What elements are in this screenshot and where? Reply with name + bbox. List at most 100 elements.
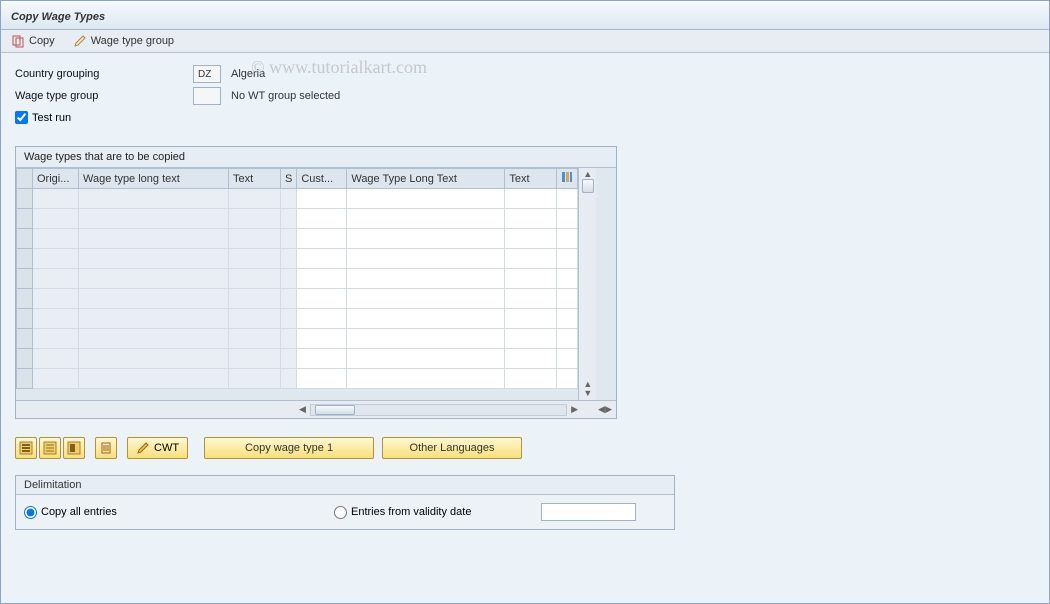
- table-cell[interactable]: [281, 309, 297, 329]
- table-cell[interactable]: [347, 329, 505, 349]
- table-cell[interactable]: [33, 349, 79, 369]
- table-cell[interactable]: [347, 189, 505, 209]
- table-cell[interactable]: [505, 349, 557, 369]
- table-cell[interactable]: [33, 289, 79, 309]
- table-cell[interactable]: [347, 249, 505, 269]
- table-cell[interactable]: [79, 289, 229, 309]
- table-row[interactable]: [17, 289, 578, 309]
- grid-horizontal-scrollbar-2[interactable]: ◀ ▶: [594, 401, 616, 418]
- validity-date-input[interactable]: [541, 503, 636, 521]
- scroll-left-icon[interactable]: ◀: [299, 405, 306, 414]
- wage-type-group-input[interactable]: [193, 87, 221, 105]
- table-cell[interactable]: [505, 249, 557, 269]
- table-cell[interactable]: [281, 329, 297, 349]
- table-cell[interactable]: [505, 209, 557, 229]
- table-cell[interactable]: [297, 349, 347, 369]
- table-cell[interactable]: [557, 269, 578, 289]
- delete-button[interactable]: [95, 437, 117, 459]
- table-cell[interactable]: [557, 189, 578, 209]
- table-cell[interactable]: [33, 369, 79, 389]
- column-options-button[interactable]: [557, 169, 578, 189]
- wage-type-group-button[interactable]: Wage type group: [73, 34, 174, 48]
- deselect-all-button[interactable]: [39, 437, 61, 459]
- table-cell[interactable]: [17, 249, 33, 269]
- table-row[interactable]: [17, 209, 578, 229]
- table-cell[interactable]: [33, 189, 79, 209]
- scroll-left2-icon[interactable]: ◀: [598, 405, 605, 414]
- select-block-button[interactable]: [63, 437, 85, 459]
- copy-wage-type-1-button[interactable]: Copy wage type 1: [204, 437, 374, 459]
- table-cell[interactable]: [347, 269, 505, 289]
- col-origi[interactable]: Origi...: [33, 169, 79, 189]
- table-cell[interactable]: [557, 329, 578, 349]
- table-cell[interactable]: [33, 309, 79, 329]
- table-cell[interactable]: [229, 329, 281, 349]
- col-cust[interactable]: Cust...: [297, 169, 347, 189]
- table-row[interactable]: [17, 229, 578, 249]
- table-cell[interactable]: [33, 269, 79, 289]
- wage-types-table[interactable]: Origi... Wage type long text Text S Cust…: [16, 168, 578, 389]
- scroll-right-icon[interactable]: ▶: [571, 405, 578, 414]
- table-cell[interactable]: [347, 309, 505, 329]
- table-cell[interactable]: [33, 209, 79, 229]
- table-cell[interactable]: [79, 209, 229, 229]
- table-cell[interactable]: [557, 289, 578, 309]
- table-cell[interactable]: [505, 229, 557, 249]
- table-cell[interactable]: [297, 309, 347, 329]
- radio-entries-from-input[interactable]: [334, 506, 347, 519]
- table-row[interactable]: [17, 369, 578, 389]
- table-cell[interactable]: [347, 349, 505, 369]
- table-cell[interactable]: [79, 369, 229, 389]
- table-cell[interactable]: [297, 229, 347, 249]
- table-row[interactable]: [17, 329, 578, 349]
- table-cell[interactable]: [229, 289, 281, 309]
- table-cell[interactable]: [297, 369, 347, 389]
- table-cell[interactable]: [505, 309, 557, 329]
- table-cell[interactable]: [505, 269, 557, 289]
- table-cell[interactable]: [505, 289, 557, 309]
- table-cell[interactable]: [33, 329, 79, 349]
- table-cell[interactable]: [17, 269, 33, 289]
- radio-copy-all[interactable]: Copy all entries: [24, 506, 334, 519]
- table-cell[interactable]: [281, 349, 297, 369]
- table-cell[interactable]: [79, 329, 229, 349]
- table-row[interactable]: [17, 349, 578, 369]
- table-cell[interactable]: [557, 369, 578, 389]
- table-cell[interactable]: [79, 229, 229, 249]
- table-cell[interactable]: [229, 349, 281, 369]
- table-cell[interactable]: [505, 329, 557, 349]
- table-cell[interactable]: [297, 189, 347, 209]
- col-selector[interactable]: [17, 169, 33, 189]
- table-cell[interactable]: [229, 209, 281, 229]
- table-cell[interactable]: [229, 249, 281, 269]
- scroll-thumb-top[interactable]: [582, 179, 594, 193]
- table-cell[interactable]: [17, 189, 33, 209]
- table-row[interactable]: [17, 309, 578, 329]
- col-wt-long-text-2[interactable]: Wage Type Long Text: [347, 169, 505, 189]
- table-cell[interactable]: [229, 189, 281, 209]
- cwt-button[interactable]: CWT: [127, 437, 188, 459]
- other-languages-button[interactable]: Other Languages: [382, 437, 522, 459]
- table-cell[interactable]: [79, 309, 229, 329]
- table-cell[interactable]: [17, 309, 33, 329]
- table-cell[interactable]: [17, 369, 33, 389]
- select-all-button[interactable]: [15, 437, 37, 459]
- table-cell[interactable]: [33, 249, 79, 269]
- col-text-1[interactable]: Text: [229, 169, 281, 189]
- table-cell[interactable]: [557, 309, 578, 329]
- table-cell[interactable]: [33, 229, 79, 249]
- col-s[interactable]: S: [281, 169, 297, 189]
- table-row[interactable]: [17, 249, 578, 269]
- table-cell[interactable]: [281, 369, 297, 389]
- table-cell[interactable]: [17, 229, 33, 249]
- table-cell[interactable]: [229, 269, 281, 289]
- radio-copy-all-input[interactable]: [24, 506, 37, 519]
- table-row[interactable]: [17, 269, 578, 289]
- table-cell[interactable]: [505, 189, 557, 209]
- table-cell[interactable]: [17, 329, 33, 349]
- table-cell[interactable]: [297, 249, 347, 269]
- table-cell[interactable]: [297, 289, 347, 309]
- table-row[interactable]: [17, 189, 578, 209]
- table-cell[interactable]: [557, 229, 578, 249]
- table-cell[interactable]: [281, 289, 297, 309]
